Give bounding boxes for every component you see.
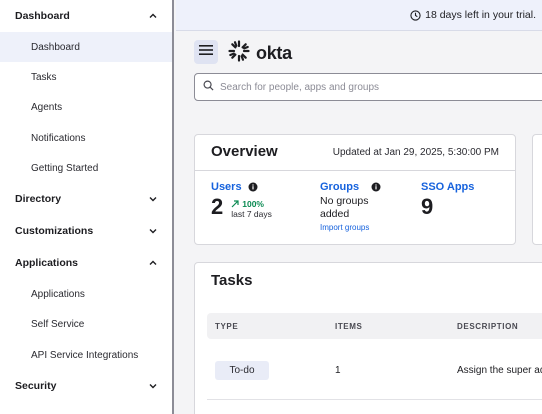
sidebar-section-security[interactable]: Security (0, 370, 172, 402)
groups-empty-line2: added (320, 208, 350, 220)
sidebar-item-tasks[interactable]: Tasks (0, 62, 172, 92)
hamburger-icon (199, 43, 213, 61)
menu-button[interactable] (194, 40, 218, 64)
sidebar-section-label: Dashboard (15, 10, 70, 22)
trial-text: 18 days left in your trial. (425, 9, 536, 21)
groups-label: Groups (320, 181, 360, 193)
sidebar-item-api-service-integrations[interactable]: API Service Integrations (0, 340, 172, 370)
trend-up-arrow-icon (231, 200, 239, 208)
sidebar-item-label: Getting Started (31, 162, 99, 174)
search-bar[interactable] (194, 73, 542, 101)
sidebar-section-label: Customizations (15, 225, 94, 238)
task-description[interactable]: Assign the super adr (457, 365, 542, 376)
sidebar-item-label: Notifications (31, 132, 86, 144)
sso-apps-link[interactable]: SSO Apps (421, 181, 474, 193)
task-type-badge: To-do (215, 361, 269, 380)
trial-banner: 18 days left in your trial. (176, 0, 542, 31)
logo-wordmark: okta (256, 43, 292, 63)
column-header-type: TYPE (215, 322, 239, 331)
task-items-count: 1 (335, 365, 341, 376)
divider (207, 399, 542, 400)
sidebar-item-dashboard[interactable]: Dashboard (0, 32, 172, 63)
column-header-items: ITEMS (335, 322, 363, 331)
sidebar-item-label: API Service Integrations (31, 349, 139, 361)
sidebar-section-customizations[interactable]: Customizations (0, 215, 172, 247)
users-label: Users (211, 181, 242, 193)
chevron-down-icon (148, 381, 158, 391)
sidebar-section-dashboard[interactable]: Dashboard (0, 0, 172, 32)
sso-apps-stat: SSO Apps 9 (421, 181, 474, 219)
sidebar-item-applications[interactable]: Applications (0, 279, 172, 309)
header: okta (176, 31, 542, 71)
chevron-up-icon (148, 11, 158, 21)
users-trend-value: 100% (242, 199, 264, 209)
sidebar-section-label: Directory (15, 193, 62, 206)
overview-title: Overview (211, 143, 278, 160)
okta-logo[interactable]: okta (228, 40, 292, 67)
tasks-table-header: TYPE ITEMS DESCRIPTION (207, 313, 542, 339)
clock-icon (410, 9, 421, 21)
sidebar-section-label: Security (15, 380, 57, 393)
tasks-title: Tasks (211, 272, 253, 289)
users-link[interactable]: Users (211, 181, 272, 193)
sidebar-item-label: Applications (31, 289, 85, 301)
sidebar-item-label: Tasks (31, 71, 57, 83)
overview-updated-text: Updated at Jan 29, 2025, 5:30:00 PM (332, 147, 499, 158)
sidebar-item-label: Agents (31, 102, 63, 114)
sidebar-section-directory[interactable]: Directory (0, 183, 172, 215)
sidebar-item-label: Dashboard (31, 41, 80, 53)
users-trend-period: last 7 days (231, 209, 272, 219)
chevron-down-icon (148, 226, 158, 236)
sidebar-item-label: Self Service (31, 319, 85, 331)
okta-aura-icon (228, 40, 250, 67)
sidebar-item-notifications[interactable]: Notifications (0, 123, 172, 153)
search-icon (203, 78, 214, 96)
chevron-down-icon (148, 194, 158, 204)
sso-apps-count: 9 (421, 194, 434, 219)
sidebar-item-agents[interactable]: Agents (0, 93, 172, 123)
import-groups-link[interactable]: Import groups (320, 223, 381, 232)
sidebar-section-applications[interactable]: Applications (0, 247, 172, 279)
adjacent-card (532, 134, 542, 245)
column-header-description: DESCRIPTION (457, 322, 519, 331)
tasks-card: Tasks TYPE ITEMS DESCRIPTION To-do 1 Ass… (194, 262, 542, 414)
sidebar-item-self-service[interactable]: Self Service (0, 310, 172, 340)
info-icon[interactable] (371, 182, 381, 192)
users-stat: Users 2 100% last 7 days (211, 181, 272, 219)
sidebar-section-label: Applications (15, 257, 79, 270)
users-trend: 100% (231, 199, 272, 209)
groups-link[interactable]: Groups (320, 181, 381, 193)
sidebar: Dashboard Dashboard Tasks Agents Notific… (0, 0, 174, 414)
search-input[interactable] (220, 81, 520, 93)
chevron-up-icon (148, 258, 158, 268)
groups-empty-line1: No groups (320, 195, 369, 207)
divider (195, 170, 515, 171)
info-icon[interactable] (248, 182, 258, 192)
groups-stat: Groups No groups added Import groups (320, 181, 381, 232)
users-count: 2 (211, 194, 224, 219)
overview-card: Overview Updated at Jan 29, 2025, 5:30:0… (194, 134, 516, 245)
sidebar-item-getting-started[interactable]: Getting Started (0, 153, 172, 183)
